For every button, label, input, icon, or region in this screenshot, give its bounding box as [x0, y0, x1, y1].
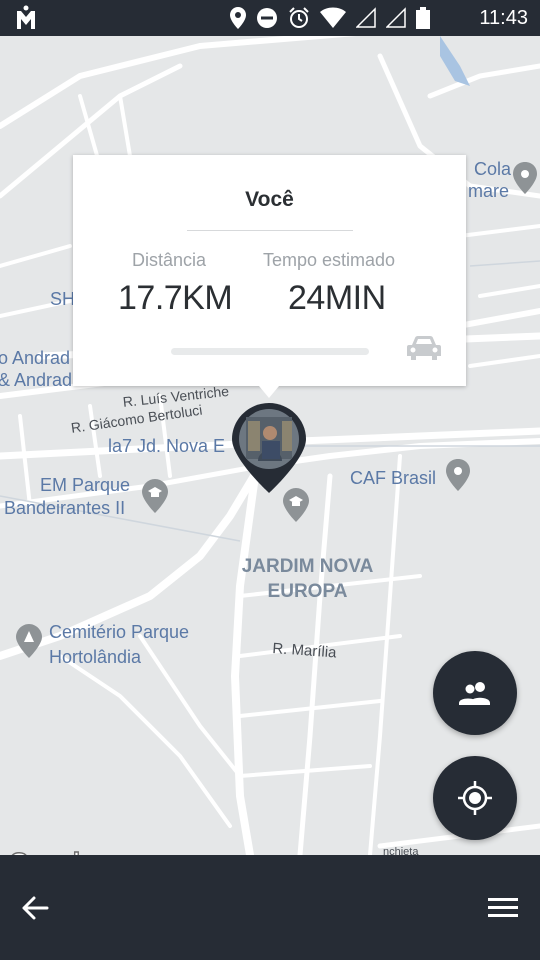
map-label-hortolandia: Hortolândia	[49, 647, 142, 667]
status-bar: 11:43	[0, 0, 540, 36]
time-value: 24MIN	[288, 279, 386, 317]
app-logo-icon	[17, 5, 35, 29]
signal-icon	[356, 7, 376, 28]
my-location-button[interactable]	[433, 756, 517, 840]
location-icon	[230, 7, 246, 29]
info-card-title: Você	[245, 188, 294, 211]
menu-icon[interactable]	[488, 895, 518, 921]
school-pin-icon[interactable]	[142, 479, 168, 518]
google-attribution: Google	[8, 846, 94, 855]
signal-icon-2	[386, 7, 406, 28]
info-card[interactable]: Você Distância 17.7KM Tempo estimado 24M…	[73, 155, 466, 398]
map-pin-icon-caf[interactable]	[446, 459, 470, 496]
map-label-cola: Cola	[474, 159, 512, 179]
time-label: Tempo estimado	[263, 250, 396, 270]
distance-label: Distância	[132, 250, 207, 270]
map-label-cemiterio: Cemitério Parque	[49, 622, 190, 642]
map-label-jardim-line1: JARDIM NOVA	[241, 556, 374, 577]
do-not-disturb-icon	[257, 8, 277, 28]
map-label-andrad-2: & Andrad	[0, 370, 73, 390]
map-label-jardim-line2: EUROPA	[267, 581, 348, 602]
map-label-caf-brasil: CAF Brasil	[350, 468, 437, 488]
back-arrow-icon[interactable]	[20, 893, 50, 923]
info-card-divider	[187, 230, 353, 231]
status-time: 11:43	[479, 7, 528, 29]
street-label-anchieta: nchieta	[383, 846, 419, 855]
map-label-bandeirantes: Bandeirantes II	[4, 498, 126, 518]
my-location-icon	[458, 781, 492, 815]
alarm-icon	[289, 7, 309, 28]
distance-value: 17.7KM	[118, 279, 233, 317]
wifi-icon	[320, 7, 346, 28]
bottom-bar	[0, 855, 540, 960]
battery-icon	[416, 7, 430, 29]
cemetery-pin-icon[interactable]	[16, 624, 42, 663]
map-label-sh: SH	[50, 289, 76, 309]
map-label-amare: mare	[468, 181, 510, 201]
car-icon	[407, 336, 441, 360]
people-button[interactable]	[433, 651, 517, 735]
people-icon	[459, 682, 490, 705]
map-label-la7: la7 Jd. Nova E	[108, 436, 226, 456]
map-pin-icon[interactable]	[513, 162, 537, 199]
school-pin-icon-2[interactable]	[283, 488, 309, 527]
map-label-andrad-1: o Andrad	[0, 348, 71, 368]
map-label-jardim-nova-europa: JARDIM NOVA EUROPA	[230, 554, 385, 604]
user-location-marker[interactable]	[232, 403, 306, 493]
map-label-em-parque: EM Parque	[40, 475, 131, 495]
progress-bar	[171, 348, 369, 355]
